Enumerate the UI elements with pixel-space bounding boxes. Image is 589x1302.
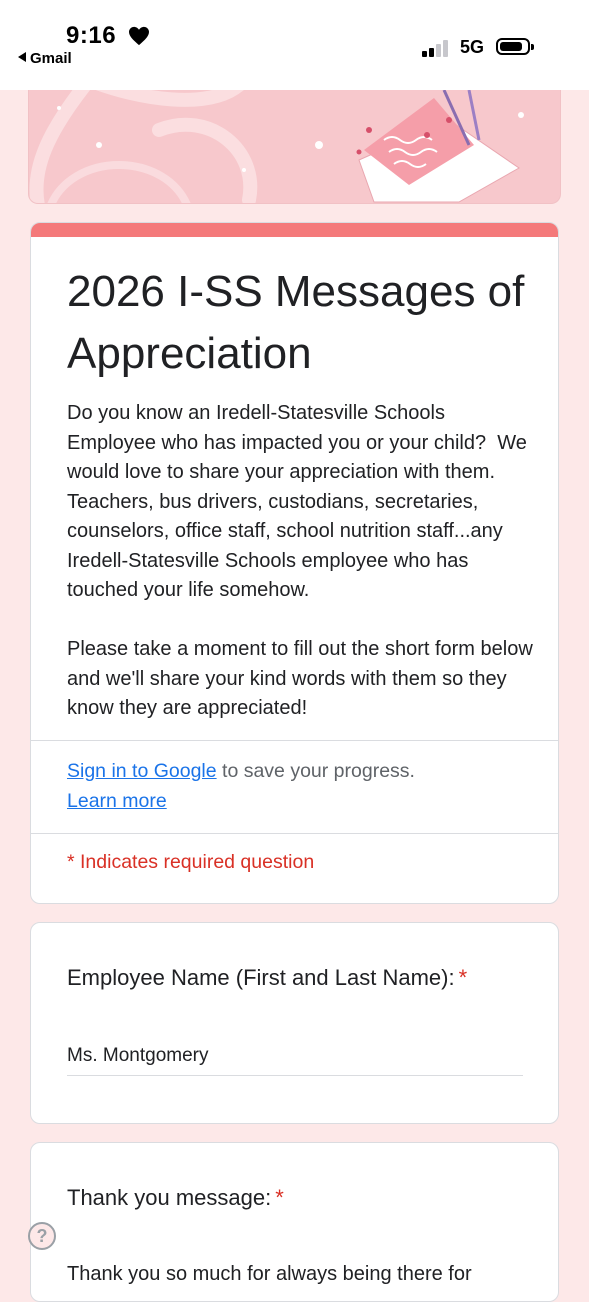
required-asterisk: *	[275, 1185, 284, 1210]
sign-in-link[interactable]: Sign in to Google	[67, 760, 217, 782]
employee-name-input[interactable]: Ms. Montgomery	[67, 1045, 523, 1067]
input-underline	[67, 1075, 523, 1076]
battery-icon	[496, 38, 534, 55]
question-label: Employee Name (First and Last Name): *	[67, 965, 467, 991]
form-description: Do you know an Iredell-Statesville Schoo…	[67, 402, 533, 719]
required-note: * Indicates required question	[67, 851, 315, 873]
divider	[31, 833, 558, 834]
question-card-employee-name: Employee Name (First and Last Name): * Ms…	[30, 922, 559, 1124]
question-label: Thank you message: *	[67, 1185, 284, 1211]
question-card-thank-you-message: Thank you message: * Thank you so much fo…	[30, 1142, 559, 1302]
header-banner-image	[28, 90, 561, 204]
question-text: Thank you message:	[67, 1185, 272, 1210]
back-to-gmail-button[interactable]: Gmail	[18, 50, 72, 67]
thank-you-message-input[interactable]: Thank you so much for always being there…	[67, 1263, 537, 1286]
status-time: 9:16	[66, 22, 117, 49]
learn-more-link[interactable]: Learn more	[67, 790, 167, 812]
help-icon[interactable]: ?	[28, 1222, 56, 1250]
network-type: 5G	[460, 37, 485, 57]
back-app-label: Gmail	[30, 50, 72, 67]
form-title: 2026 I-SS Messages of Appreciation	[67, 267, 525, 378]
form-accent-bar	[31, 223, 558, 237]
form-header-card: 2026 I-SS Messages of Appreciation Do yo…	[30, 222, 559, 904]
signal-strength-icon	[422, 39, 452, 57]
required-asterisk: *	[458, 965, 468, 990]
heart-icon	[129, 26, 149, 46]
back-arrow-icon	[18, 52, 26, 62]
status-bar: 9:16 Gmail 5G	[0, 0, 589, 90]
signin-notice: Sign in to Google to save your progress.…	[67, 757, 507, 816]
signin-suffix: to save your progress.	[216, 760, 415, 782]
divider	[31, 740, 558, 741]
question-text: Employee Name (First and Last Name):	[67, 965, 455, 990]
